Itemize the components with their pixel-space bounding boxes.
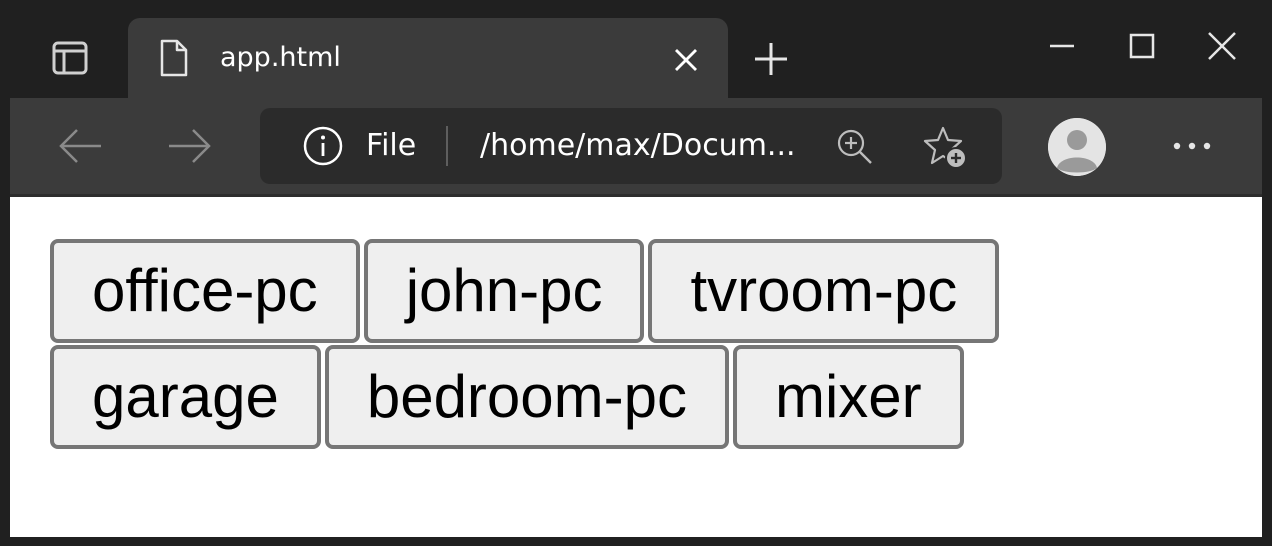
address-divider (446, 126, 448, 166)
forward-arrow-icon[interactable] (164, 120, 216, 172)
url-text[interactable]: /home/max/Docum... (480, 128, 810, 164)
host-button-office-pc[interactable]: office-pc (50, 239, 360, 343)
back-arrow-icon[interactable] (54, 120, 106, 172)
scheme-label: File (366, 128, 417, 163)
tab-actions-icon[interactable] (40, 30, 100, 86)
info-icon[interactable] (302, 125, 344, 167)
close-icon[interactable] (668, 42, 704, 78)
tab-app-html[interactable]: app.html (128, 18, 728, 98)
more-dots-icon[interactable] (1168, 124, 1216, 168)
minimize-icon[interactable] (1040, 24, 1084, 68)
add-favorite-icon[interactable] (922, 124, 970, 172)
tab-title: app.html (220, 42, 341, 73)
plus-icon[interactable] (748, 36, 794, 82)
page-content: office-pc john-pc tvroom-pc garage bedro… (10, 197, 1262, 537)
button-row: garage bedroom-pc mixer (50, 345, 964, 449)
browser-window: app.html File /home/max/Docum... office-… (0, 0, 1272, 546)
host-button-john-pc[interactable]: john-pc (363, 239, 645, 343)
host-button-mixer[interactable]: mixer (732, 345, 964, 449)
browser-toolbar: File /home/max/Docum... (10, 98, 1262, 197)
profile-avatar[interactable] (1048, 118, 1106, 176)
host-button-bedroom-pc[interactable]: bedroom-pc (324, 345, 729, 449)
address-bar[interactable]: File /home/max/Docum... (260, 108, 1002, 184)
zoom-in-icon[interactable] (834, 126, 876, 168)
host-button-tvroom-pc[interactable]: tvroom-pc (648, 239, 1000, 343)
maximize-icon[interactable] (1120, 24, 1164, 68)
host-button-garage[interactable]: garage (50, 345, 321, 449)
window-close-icon[interactable] (1200, 24, 1244, 68)
page-icon (156, 36, 192, 80)
tab-strip: app.html (0, 0, 1272, 98)
button-row: office-pc john-pc tvroom-pc (50, 239, 1000, 343)
